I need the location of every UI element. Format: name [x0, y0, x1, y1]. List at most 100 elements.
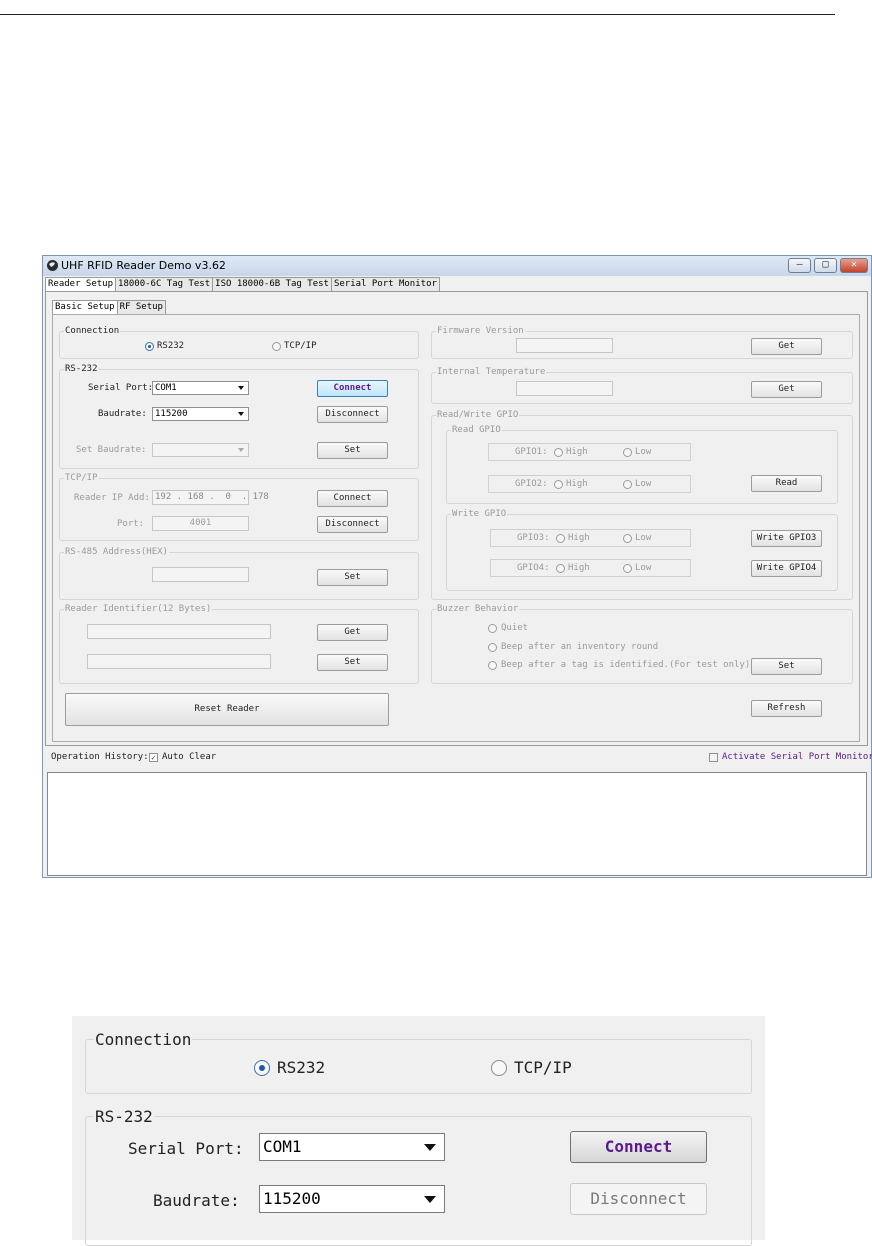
zoom-rs232-group: RS-232 Serial Port: COM1 Connect Baudrat… — [85, 1107, 752, 1246]
rs232-group: RS-232 Serial Port: COM1 Connect Baudrat… — [59, 364, 419, 469]
gpio4-low-radio[interactable] — [623, 564, 632, 573]
reset-reader-button[interactable]: Reset Reader — [65, 693, 389, 726]
rs232-label: RS232 — [157, 341, 185, 351]
gpio2-low-radio[interactable] — [623, 480, 632, 489]
window-title: UHF RFID Reader Demo v3.62 — [61, 259, 226, 272]
tcpip-connect-button[interactable]: Connect — [317, 490, 388, 507]
gpio1-label: GPIO1: — [515, 447, 548, 457]
write-gpio-title: Write GPIO — [451, 509, 508, 519]
tcpip-title: TCP/IP — [64, 473, 99, 483]
serial-port-select[interactable]: COM1 — [152, 381, 249, 395]
serial-port-value: COM1 — [155, 383, 177, 393]
identifier-get-button[interactable]: Get — [317, 624, 388, 641]
tab-iso-18000-6b[interactable]: ISO 18000-6B Tag Test — [212, 277, 332, 291]
zoom-baudrate-select[interactable]: 115200 — [259, 1185, 445, 1213]
radio-tcpip[interactable] — [272, 342, 281, 351]
zoom-disconnect-button[interactable]: Disconnect — [570, 1183, 707, 1215]
zoom-radio-tcpip[interactable] — [491, 1060, 507, 1076]
reader-setup-page: Basic Setup RF Setup Connection RS232 TC… — [45, 291, 868, 746]
tab-basic-setup[interactable]: Basic Setup — [52, 300, 118, 315]
minimize-button[interactable]: – — [788, 258, 811, 273]
chevron-down-icon — [238, 448, 244, 452]
temperature-field — [516, 381, 613, 396]
identifier-input-1[interactable] — [87, 624, 271, 639]
buzzer-tag-radio[interactable] — [488, 661, 497, 670]
buzzer-round-radio[interactable] — [488, 643, 497, 652]
temperature-title: Internal Temperature — [436, 367, 547, 377]
set-baudrate-select[interactable] — [152, 443, 249, 457]
rs232-connect-button[interactable]: Connect — [317, 380, 388, 397]
gpio3-low-radio[interactable] — [623, 534, 632, 543]
buzzer-quiet-radio[interactable] — [488, 624, 497, 633]
zoom-connect-button[interactable]: Connect — [570, 1131, 707, 1163]
gpio2-low-label: Low — [635, 479, 652, 489]
identifier-set-button[interactable]: Set — [317, 654, 388, 671]
identifier-input-2[interactable] — [87, 654, 271, 669]
gpio3-high-radio[interactable] — [556, 534, 565, 543]
gpio1-low-label: Low — [635, 447, 652, 457]
rs485-group: RS-485 Address(HEX) Set — [59, 547, 419, 600]
baudrate-select[interactable]: 115200 — [152, 407, 249, 421]
baudrate-label: Baudrate: — [98, 409, 147, 419]
gpio4-high-label: High — [568, 563, 590, 573]
set-baudrate-label: Set Baudrate: — [76, 445, 147, 455]
zoom-radio-rs232[interactable] — [254, 1060, 270, 1076]
activate-monitor-label: Activate Serial Port Monitor — [722, 752, 872, 762]
gpio2-label: GPIO2: — [515, 479, 548, 489]
gpio2-row: GPIO2: High Low — [488, 475, 691, 493]
refresh-button[interactable]: Refresh — [751, 700, 822, 717]
firmware-get-button[interactable]: Get — [751, 338, 822, 355]
zoom-tcpip-label: TCP/IP — [514, 1058, 572, 1077]
zoom-rs232-label: RS232 — [277, 1058, 326, 1077]
zoom-serial-port-select[interactable]: COM1 — [259, 1133, 445, 1161]
buzzer-round-label: Beep after an inventory round — [501, 642, 659, 652]
gpio-read-button[interactable]: Read — [751, 475, 822, 492]
activate-monitor-checkbox[interactable] — [709, 753, 718, 762]
close-button[interactable]: ✕ — [840, 258, 868, 273]
tcpip-disconnect-button[interactable]: Disconnect — [317, 516, 388, 533]
chevron-down-icon — [424, 1196, 436, 1203]
connection-group: Connection RS232 TCP/IP — [59, 326, 419, 359]
zoom-connection-group: Connection RS232 TCP/IP — [85, 1030, 752, 1094]
radio-rs232[interactable] — [145, 342, 154, 351]
port-input[interactable]: 4001 — [152, 516, 249, 531]
chevron-down-icon — [238, 412, 244, 416]
set-baudrate-button[interactable]: Set — [317, 442, 388, 459]
tab-reader-setup[interactable]: Reader Setup — [45, 277, 117, 292]
read-gpio-title: Read GPIO — [451, 425, 502, 435]
write-gpio-group: Write GPIO GPIO3: High Low Write GPIO3 G… — [446, 509, 838, 591]
tab-serial-port-monitor[interactable]: Serial Port Monitor — [330, 277, 440, 291]
gpio1-low-radio[interactable] — [623, 448, 632, 457]
gpio1-high-radio[interactable] — [554, 448, 563, 457]
gpio4-low-label: Low — [635, 563, 652, 573]
gpio4-high-radio[interactable] — [556, 564, 565, 573]
ip-octet-2: 168 — [187, 492, 204, 502]
connection-title: Connection — [64, 326, 121, 336]
gpio1-row: GPIO1: High Low — [488, 443, 691, 461]
tcpip-label: TCP/IP — [284, 341, 317, 351]
auto-clear-checkbox[interactable]: ✓ — [149, 753, 158, 762]
maximize-button[interactable]: □ — [814, 258, 837, 273]
rs485-address-input[interactable] — [152, 567, 249, 582]
tab-rf-setup[interactable]: RF Setup — [116, 300, 166, 314]
rs485-set-button[interactable]: Set — [317, 569, 388, 586]
write-gpio4-button[interactable]: Write GPIO4 — [751, 560, 822, 577]
tab-18000-6c[interactable]: 18000-6C Tag Test — [115, 277, 214, 291]
temperature-get-button[interactable]: Get — [751, 381, 822, 398]
zoom-baudrate-label: Baudrate: — [153, 1191, 240, 1210]
buzzer-group: Buzzer Behavior Quiet Beep after an inve… — [431, 604, 853, 684]
buzzer-set-button[interactable]: Set — [751, 658, 822, 675]
write-gpio3-button[interactable]: Write GPIO3 — [751, 530, 822, 547]
operation-history-log[interactable] — [47, 772, 867, 876]
ip-octet-1: 192 — [155, 492, 172, 502]
serial-port-label: Serial Port: — [88, 383, 154, 393]
zoom-baudrate-value: 115200 — [263, 1189, 321, 1208]
reader-ip-input[interactable]: 192 . 168 . 0 . 178 — [152, 490, 269, 505]
gpio2-high-radio[interactable] — [554, 480, 563, 489]
gpio4-row: GPIO4: High Low — [490, 559, 691, 577]
gpio3-row: GPIO3: High Low — [490, 529, 691, 547]
rs232-disconnect-button[interactable]: Disconnect — [317, 406, 388, 423]
main-tab-strip: Reader Setup 18000-6C Tag Test ISO 18000… — [45, 277, 440, 292]
sub-tab-strip: Basic Setup RF Setup — [52, 300, 166, 315]
page-top-rule — [0, 14, 835, 15]
